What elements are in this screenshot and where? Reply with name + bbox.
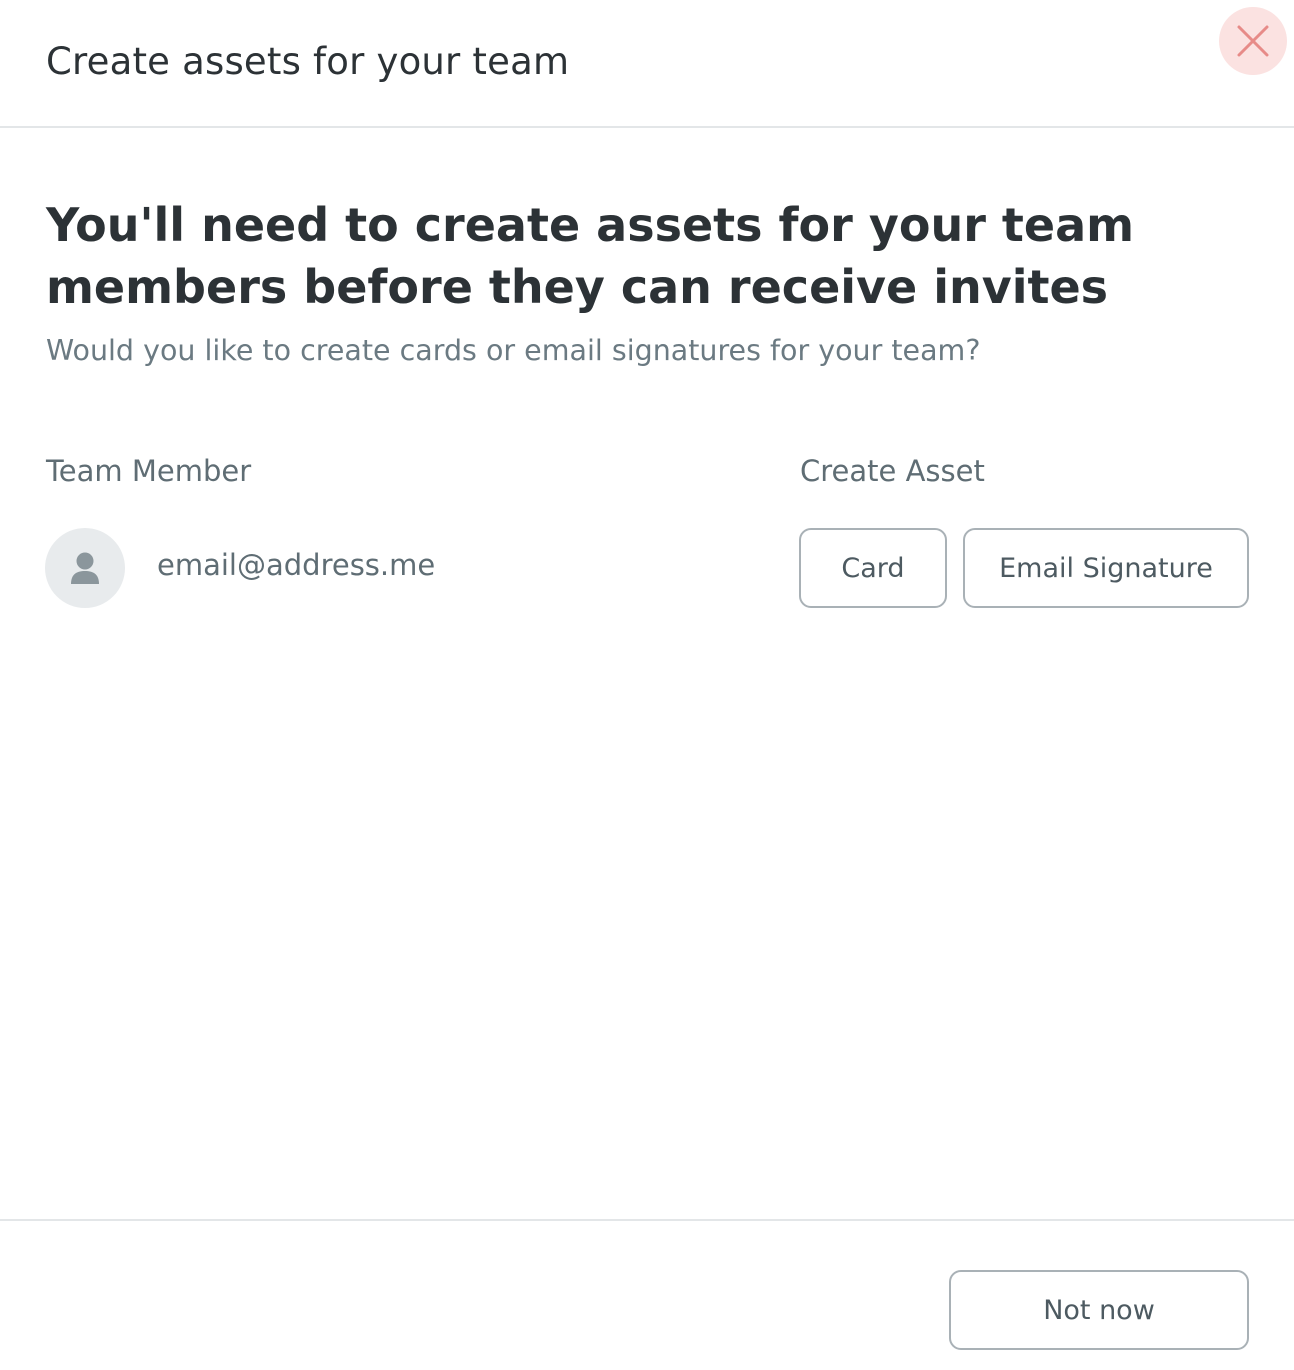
not-now-button[interactable]: Not now <box>949 1270 1249 1350</box>
member-email: email@address.me <box>157 548 436 582</box>
create-card-button[interactable]: Card <box>799 528 947 608</box>
close-button[interactable] <box>1219 7 1287 75</box>
close-icon <box>1237 25 1269 57</box>
not-now-label: Not now <box>1043 1294 1155 1326</box>
create-email-signature-button[interactable]: Email Signature <box>963 528 1249 608</box>
avatar <box>45 528 125 608</box>
create-assets-dialog: Create assets for your team You'll need … <box>0 0 1294 1370</box>
create-asset-column-header: Create Asset <box>800 454 985 488</box>
subtitle: Would you like to create cards or email … <box>46 334 981 367</box>
dialog-title: Create assets for your team <box>46 40 570 83</box>
team-member-column-header: Team Member <box>46 454 252 488</box>
dialog-footer: Not now <box>0 1219 1294 1370</box>
create-card-label: Card <box>841 552 905 584</box>
dialog-header: Create assets for your team <box>0 0 1294 128</box>
headline: You'll need to create assets for your te… <box>46 198 1135 314</box>
user-icon <box>71 552 99 584</box>
create-email-signature-label: Email Signature <box>999 552 1213 584</box>
